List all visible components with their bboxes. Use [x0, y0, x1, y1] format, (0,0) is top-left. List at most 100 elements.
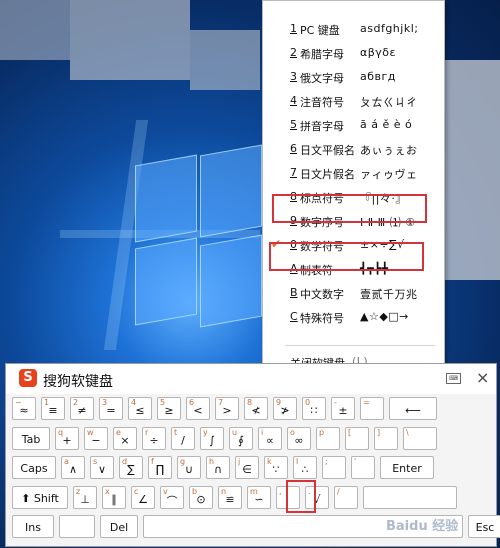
key-r2-c1[interactable]: a ∧: [61, 456, 85, 479]
key-r4-c2[interactable]: Del: [100, 515, 138, 538]
key-symbol: ∈: [242, 463, 252, 476]
menu-item-sample: 壹贰千万兆: [360, 288, 418, 301]
highlight-box-math-symbols: [269, 242, 424, 271]
key-r3-c6[interactable]: n ≌: [218, 486, 242, 509]
menu-item-5[interactable]: 5 拼音字母 ā á ě è ó: [263, 113, 444, 137]
key-symbol: ÷: [149, 434, 159, 447]
highlight-box-punctuation: [272, 194, 427, 223]
key-r2-c2[interactable]: s ∨: [90, 456, 114, 479]
key-hint: =: [363, 398, 370, 407]
key-r3-c10[interactable]: /: [334, 486, 358, 509]
key-r0-c10[interactable]: 0 ∷: [302, 397, 326, 420]
key-r4-c0[interactable]: Ins: [12, 515, 54, 538]
key-r1-c2[interactable]: w −: [84, 427, 108, 450]
key-symbol: ≯: [280, 404, 290, 417]
key-symbol: Caps: [20, 462, 48, 475]
menu-item-2[interactable]: 2 希腊字母 αβγδε: [263, 41, 444, 65]
menu-item-label: 俄文字母: [300, 72, 344, 85]
menu-item-sample: asdfghjkl;: [360, 22, 419, 35]
key-r0-c6[interactable]: 6 <: [186, 397, 210, 420]
menu-item-sample: ā á ě è ó: [360, 118, 413, 131]
watermark: Baidu 经验: [386, 519, 459, 534]
key-r2-c8[interactable]: k ∵: [264, 456, 288, 479]
key-r1-c3[interactable]: e ×: [113, 427, 137, 450]
key-r2-c11[interactable]: ': [351, 456, 375, 479]
key-r3-c5[interactable]: b ⊙: [189, 486, 213, 509]
sogou-logo-icon: S: [19, 369, 37, 387]
key-r2-c9[interactable]: l ∴: [293, 456, 317, 479]
key-symbol: ≥: [164, 404, 174, 417]
key-r0-c1[interactable]: 1 ≡: [41, 397, 65, 420]
key-r1-c6[interactable]: y ∫: [200, 427, 224, 450]
key-r1-c13[interactable]: \: [403, 427, 437, 450]
key-symbol: Del: [109, 521, 129, 534]
key-r0-c4[interactable]: 4 ≤: [128, 397, 152, 420]
key-r1-c7[interactable]: u ∮: [229, 427, 253, 450]
key-r1-c0[interactable]: Tab: [12, 427, 50, 450]
key-symbol: ∽: [254, 493, 264, 506]
key-symbol: ≌: [225, 493, 235, 506]
key-r4-c4[interactable]: Esc: [468, 515, 500, 538]
key-r2-c6[interactable]: h ∩: [206, 456, 230, 479]
key-r0-c9[interactable]: 9 ≯: [273, 397, 297, 420]
key-r2-c12[interactable]: Enter: [380, 456, 434, 479]
key-r3-c7[interactable]: m ∽: [247, 486, 271, 509]
key-r0-c5[interactable]: 5 ≥: [157, 397, 181, 420]
menu-item-C[interactable]: C 特殊符号 ▲☆◆□→: [263, 305, 444, 329]
key-hint: /: [337, 487, 340, 496]
menu-item-1[interactable]: 1 PC 键盘 asdfghjkl;: [263, 17, 444, 41]
menu-item-4[interactable]: 4 注音符号 ㄆㄊㄍㄐㄔ: [263, 89, 444, 113]
key-r1-c1[interactable]: q +: [55, 427, 79, 450]
key-r0-c13[interactable]: ⟵: [389, 397, 437, 420]
key-r0-c11[interactable]: - ±: [331, 397, 355, 420]
menu-item-sample: ㄆㄊㄍㄐㄔ: [360, 96, 418, 109]
key-r3-c4[interactable]: v ⌒: [160, 486, 184, 509]
key-r1-c8[interactable]: i ∝: [258, 427, 282, 450]
menu-separator: [285, 345, 435, 346]
key-r2-c4[interactable]: f ∏: [148, 456, 172, 479]
menu-item-sample: αβγδε: [360, 46, 396, 59]
highlight-box-similar-key: [286, 480, 316, 513]
key-r4-c1[interactable]: [59, 515, 95, 538]
key-r1-c9[interactable]: o ∞: [287, 427, 311, 450]
key-r3-c3[interactable]: c ∠: [131, 486, 155, 509]
key-r2-c0[interactable]: Caps: [12, 456, 56, 479]
menu-item-number: 5: [290, 118, 297, 131]
menu-item-7[interactable]: 7 日文片假名 ァィゥヴェ: [263, 161, 444, 185]
key-symbol: ⌒: [166, 495, 178, 508]
menu-item-6[interactable]: 6 日文平假名 あぃぅぇお: [263, 137, 444, 161]
menu-item-number: 4: [290, 94, 297, 107]
menu-item-B[interactable]: B 中文数字 壹贰千万兆: [263, 281, 444, 305]
key-r0-c12[interactable]: =: [360, 397, 384, 420]
key-r2-c5[interactable]: g ∪: [177, 456, 201, 479]
key-r1-c11[interactable]: [: [345, 427, 369, 450]
key-r1-c12[interactable]: ]: [374, 427, 398, 450]
key-r2-c3[interactable]: d ∑: [119, 456, 143, 479]
key-r1-c5[interactable]: t /: [171, 427, 195, 450]
key-r1-c4[interactable]: r ÷: [142, 427, 166, 450]
keyboard-icon[interactable]: ⌨: [446, 373, 461, 384]
key-r0-c3[interactable]: 3 =: [99, 397, 123, 420]
key-r2-c7[interactable]: j ∈: [235, 456, 259, 479]
key-symbol: ∴: [301, 463, 309, 476]
menu-item-label: 特殊符号: [300, 312, 344, 325]
key-r1-c10[interactable]: p: [316, 427, 340, 450]
key-r0-c0[interactable]: ~ ≈: [12, 397, 36, 420]
menu-item-number: 3: [290, 70, 297, 83]
key-r3-c1[interactable]: z ⊥: [73, 486, 97, 509]
key-r0-c2[interactable]: 2 ≠: [70, 397, 94, 420]
key-r3-c0[interactable]: ⬆ Shift: [12, 486, 68, 509]
key-r3-c11[interactable]: [363, 486, 457, 509]
key-symbol: Tab: [21, 433, 41, 446]
windows-logo-pane: [200, 234, 262, 328]
key-r0-c7[interactable]: 7 >: [215, 397, 239, 420]
close-icon[interactable]: ×: [476, 368, 489, 387]
key-r3-c2[interactable]: x ∥: [102, 486, 126, 509]
keyboard-title-bar[interactable]: S 搜狗软键盘 ⌨ ×: [6, 364, 496, 394]
key-r2-c10[interactable]: ;: [322, 456, 346, 479]
key-symbol: Esc: [475, 521, 495, 534]
menu-item-3[interactable]: 3 俄文字母 абвгд: [263, 65, 444, 89]
key-r0-c8[interactable]: 8 ≮: [244, 397, 268, 420]
key-symbol: Ins: [25, 521, 41, 534]
menu-item-sample: ▲☆◆□→: [360, 310, 409, 323]
